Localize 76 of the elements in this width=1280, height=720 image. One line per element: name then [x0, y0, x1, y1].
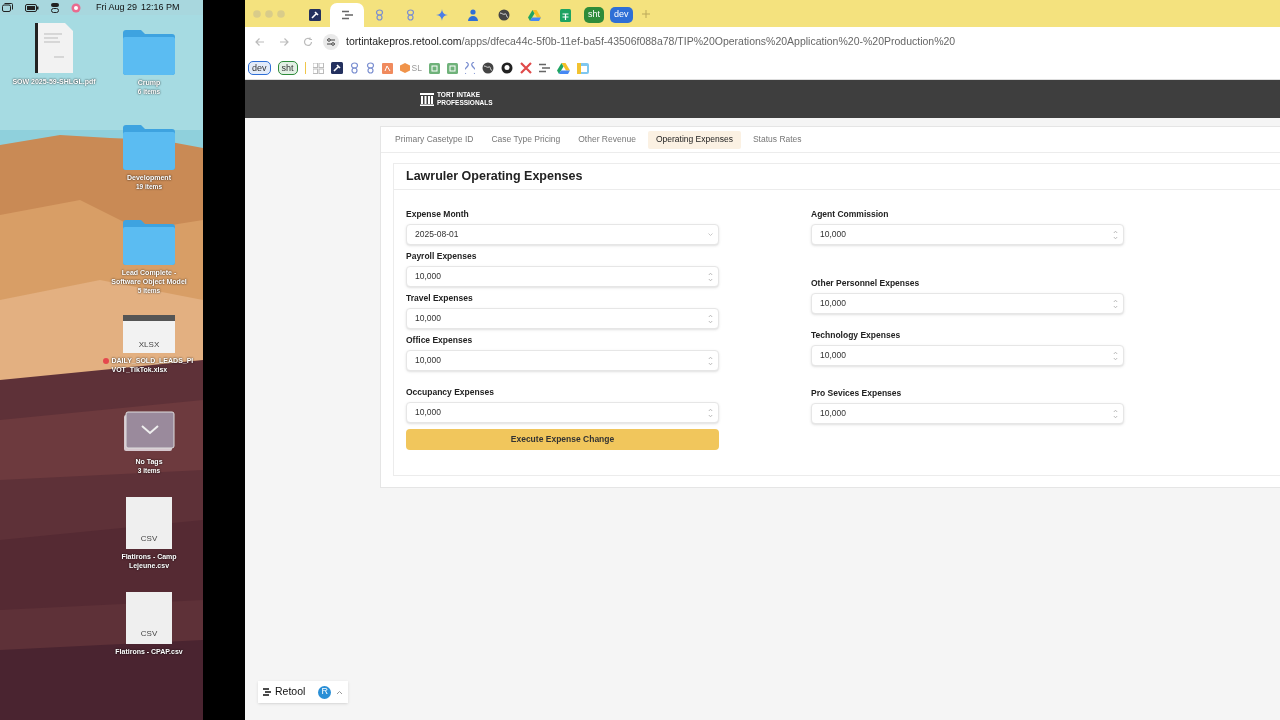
new-tab-icon[interactable]: [641, 9, 650, 18]
number-input[interactable]: 10,000: [406, 308, 719, 329]
globe-icon[interactable]: [481, 62, 494, 74]
field-label: Payroll Expenses: [406, 250, 478, 262]
bookmark-chip[interactable]: sht: [277, 61, 298, 75]
stacked-folder-icon: [123, 410, 175, 454]
menubar-date[interactable]: Fri Aug 29: [96, 0, 138, 15]
grid-icon[interactable]: [312, 62, 324, 74]
chevron-up-icon[interactable]: [336, 689, 344, 695]
field-label: Travel Expenses: [406, 292, 474, 304]
tab[interactable]: Primary Casetype ID: [389, 130, 480, 149]
stepper-icon: [708, 313, 713, 324]
number-input[interactable]: 10,000: [811, 345, 1124, 366]
tab[interactable]: Case Type Pricing: [485, 130, 567, 149]
date-select[interactable]: 2025-08-01: [406, 224, 719, 245]
tab[interactable]: Operating Expenses: [647, 130, 741, 149]
toggle-icon[interactable]: [51, 2, 59, 13]
csv-file-icon[interactable]: CSV: [126, 497, 172, 549]
tab[interactable]: Other Revenue: [572, 130, 642, 149]
retool-icon[interactable]: [538, 63, 550, 73]
sparkle-icon: [435, 9, 448, 21]
retool-icon: [341, 10, 353, 20]
drive-icon: [528, 9, 541, 21]
spreadsheet-file-icon[interactable]: XLSX: [123, 315, 175, 353]
field-label: Occupancy Expenses: [406, 386, 495, 398]
spreadsheet-icon: [560, 8, 571, 22]
bookmark-chip[interactable]: dev: [248, 61, 271, 75]
card-title: Lawruler Operating Expenses: [406, 168, 583, 186]
chevron-down-icon: [708, 233, 713, 236]
logo-icon: [420, 92, 434, 106]
execute-button[interactable]: Execute Expense Change: [406, 429, 719, 450]
avatar[interactable]: R: [318, 685, 332, 699]
number-input[interactable]: 10,000: [811, 293, 1124, 314]
stepper-icon: [1113, 298, 1118, 309]
field-label: Agent Commission: [811, 208, 890, 220]
field-label: Other Personnel Expenses: [811, 277, 921, 289]
number-input[interactable]: 10,000: [811, 403, 1124, 424]
menubar-time[interactable]: 12:16 PM: [141, 0, 180, 15]
person-icon: [467, 9, 478, 21]
field-label: Expense Month: [406, 208, 470, 220]
retool-button[interactable]: Retool: [263, 684, 306, 700]
reload-icon[interactable]: [303, 37, 313, 47]
drive-icon[interactable]: [556, 62, 570, 74]
number-input[interactable]: 10,000: [406, 402, 719, 423]
tab[interactable]: Status Rates: [746, 130, 808, 149]
document-icon: [34, 22, 74, 74]
field-label: Pro Sevices Expenses: [811, 387, 903, 399]
forward-icon[interactable]: [279, 37, 289, 47]
back-icon[interactable]: [255, 37, 265, 47]
folder-icon: [122, 27, 176, 75]
csv-file-icon[interactable]: CSV: [126, 592, 172, 644]
app-icon[interactable]: [71, 2, 81, 13]
folder-icon: [122, 122, 176, 170]
retool-logo-icon: [263, 688, 271, 696]
square-icon[interactable]: [428, 62, 440, 74]
square-icon[interactable]: [446, 62, 458, 74]
number-input[interactable]: 10,000: [406, 350, 719, 371]
number-input[interactable]: 10,000: [811, 224, 1124, 245]
number-input[interactable]: 10,000: [406, 266, 719, 287]
hammer-icon: [308, 9, 321, 21]
hammer-icon[interactable]: [330, 62, 343, 74]
folder-icon: [122, 217, 176, 265]
globe-icon: [497, 9, 510, 21]
cross-icon[interactable]: [519, 62, 532, 74]
stepper-icon: [708, 407, 713, 418]
field-label: Technology Expenses: [811, 329, 902, 341]
stepper-icon: [708, 355, 713, 366]
stepper-icon: [708, 271, 713, 282]
field-label: Office Expenses: [406, 334, 474, 346]
document-icon[interactable]: [381, 62, 393, 74]
site-settings-icon[interactable]: [323, 34, 339, 50]
window-icon[interactable]: [2, 3, 13, 12]
battery-icon[interactable]: [25, 3, 39, 12]
stepper-icon: [1113, 229, 1118, 240]
stepper-icon: [1113, 408, 1118, 419]
stepper-icon: [1113, 350, 1118, 361]
